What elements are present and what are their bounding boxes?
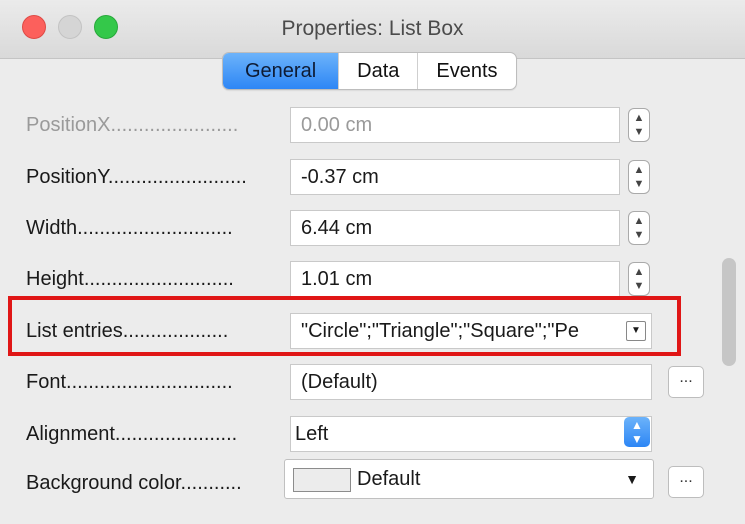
- font-browse-button[interactable]: ...: [668, 366, 704, 398]
- position-x-label: PositionX.......................: [26, 114, 239, 136]
- tab-general[interactable]: General: [223, 53, 339, 89]
- background-color-browse-button[interactable]: ...: [668, 466, 704, 498]
- font-field[interactable]: (Default): [290, 364, 652, 400]
- width-field[interactable]: 6.44 cm: [290, 210, 620, 246]
- background-color-label: Background color...........: [26, 472, 242, 494]
- position-y-spin-icon[interactable]: ▲ ▼: [628, 160, 650, 194]
- color-swatch: [293, 468, 351, 492]
- tab-bar: General Data Events: [222, 52, 517, 90]
- position-x-field[interactable]: 0.00 cm: [290, 107, 620, 143]
- highlight-box: [8, 296, 681, 356]
- width-label: Width............................: [26, 217, 233, 239]
- position-y-field[interactable]: -0.37 cm: [290, 159, 620, 195]
- height-spin-icon[interactable]: ▲ ▼: [628, 262, 650, 296]
- height-label: Height...........................: [26, 268, 234, 290]
- position-x-spin-icon[interactable]: ▲ ▼: [628, 108, 650, 142]
- position-y-label: PositionY.........................: [26, 166, 247, 188]
- window-title: Properties: List Box: [281, 17, 464, 40]
- alignment-label: Alignment......................: [26, 423, 238, 445]
- tab-events[interactable]: Events: [417, 53, 515, 89]
- select-chevron-icon[interactable]: ▲ ▼: [624, 417, 650, 447]
- title-bar: Properties: List Box: [0, 0, 745, 59]
- vertical-scrollbar[interactable]: [722, 258, 736, 366]
- height-field[interactable]: 1.01 cm: [290, 261, 620, 297]
- background-color-value: Default: [357, 468, 421, 490]
- font-label: Font..............................: [26, 371, 233, 393]
- background-color-dropdown[interactable]: Default ▼: [284, 459, 654, 499]
- alignment-select[interactable]: Left: [290, 416, 652, 452]
- width-spin-icon[interactable]: ▲ ▼: [628, 211, 650, 245]
- chevron-down-icon: ▼: [625, 471, 639, 487]
- tab-data[interactable]: Data: [338, 53, 417, 89]
